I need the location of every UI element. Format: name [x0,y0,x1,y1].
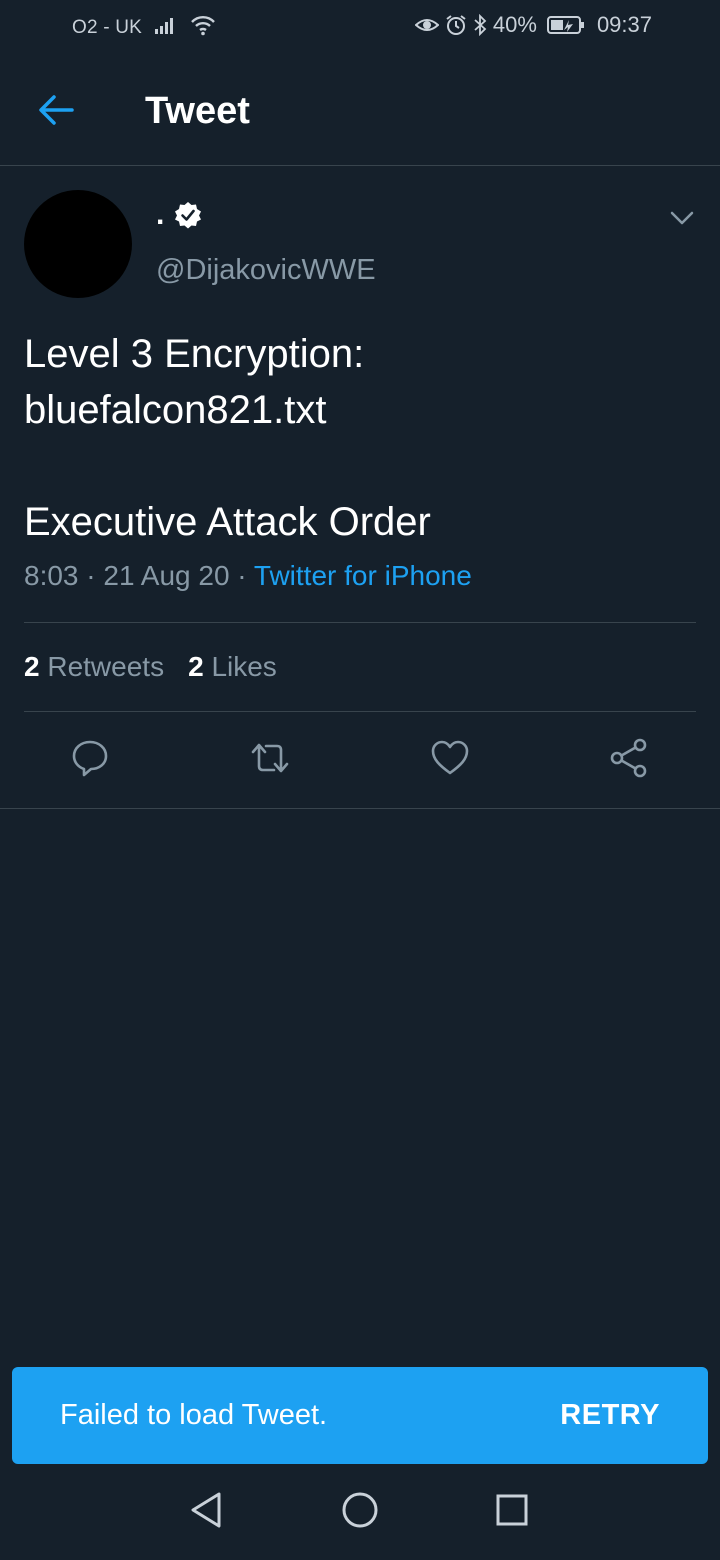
battery-icon [546,15,585,35]
status-bar: O2 - UK 40% 09:37 [0,0,720,56]
back-button[interactable] [28,84,84,140]
tweet-time: 8:03 [24,560,79,591]
snackbar-message: Failed to load Tweet. [60,1399,328,1431]
alarm-icon [445,14,467,36]
signal-icon [154,15,178,41]
likes-count: 2 [188,651,204,682]
share-button[interactable] [603,734,655,786]
app-bar: Tweet [0,56,720,166]
chevron-down-icon [670,210,694,231]
retweets-label: Retweets [47,651,165,682]
reply-icon [70,738,110,783]
tweet-actions [0,734,720,786]
more-options-button[interactable] [666,204,698,236]
tweet-text-line: Level 3 Encryption: [24,332,365,376]
avatar[interactable] [24,190,132,298]
error-snackbar: Failed to load Tweet. RETRY [12,1367,708,1464]
status-right: 40% 09:37 [414,12,652,38]
user-handle[interactable]: @DijakovicWWE [156,254,376,287]
carrier-label: O2 - UK [72,17,143,38]
display-name: . [156,198,165,231]
divider [24,622,696,623]
tweet-detail-screen: O2 - UK 40% 09:37 Tweet . @DijakovicWWE … [0,0,720,1560]
likes-stat[interactable]: 2 Likes [188,651,277,683]
tweet-date: 21 Aug 20 [103,560,230,591]
page-title: Tweet [145,90,250,132]
divider [24,711,696,712]
display-name-row[interactable]: . [156,198,202,232]
nav-recents-button[interactable] [488,1488,536,1536]
tweet-text-line: bluefalcon821.txt [24,388,327,432]
retry-button[interactable]: RETRY [560,1399,660,1432]
system-nav-bar [0,1464,720,1560]
square-recents-icon [495,1493,529,1532]
bluetooth-icon [473,14,487,36]
circle-home-icon [341,1491,379,1534]
meta-separator: · [237,560,247,591]
retweet-icon [247,738,293,783]
verified-badge-icon [174,201,202,229]
status-left: O2 - UK [72,14,216,42]
retweet-button[interactable] [244,734,296,786]
clock: 09:37 [596,12,652,37]
likes-label: Likes [211,651,277,682]
nav-back-button[interactable] [182,1488,230,1536]
like-button[interactable] [424,734,476,786]
eye-icon [414,15,439,35]
tweet-text: Level 3 Encryption: bluefalcon821.txt Ex… [24,326,694,550]
back-arrow-icon [38,94,74,131]
nav-home-button[interactable] [336,1488,384,1536]
triangle-back-icon [188,1491,224,1534]
tweet-card: . @DijakovicWWE Level 3 Encryption: blue… [0,166,720,809]
retweets-count: 2 [24,651,40,682]
battery-percent: 40% [492,12,537,37]
share-icon [608,737,650,784]
tweet-text-line: Executive Attack Order [24,500,431,544]
wifi-icon [190,14,216,42]
tweet-source-link[interactable]: Twitter for iPhone [254,560,472,591]
meta-separator: · [86,560,96,591]
tweet-metadata: 8:03 · 21 Aug 20 · Twitter for iPhone [24,560,472,592]
retweets-stat[interactable]: 2 Retweets [24,651,164,683]
tweet-stats: 2 Retweets 2 Likes [24,651,277,683]
reply-button[interactable] [64,734,116,786]
like-icon [429,738,471,783]
